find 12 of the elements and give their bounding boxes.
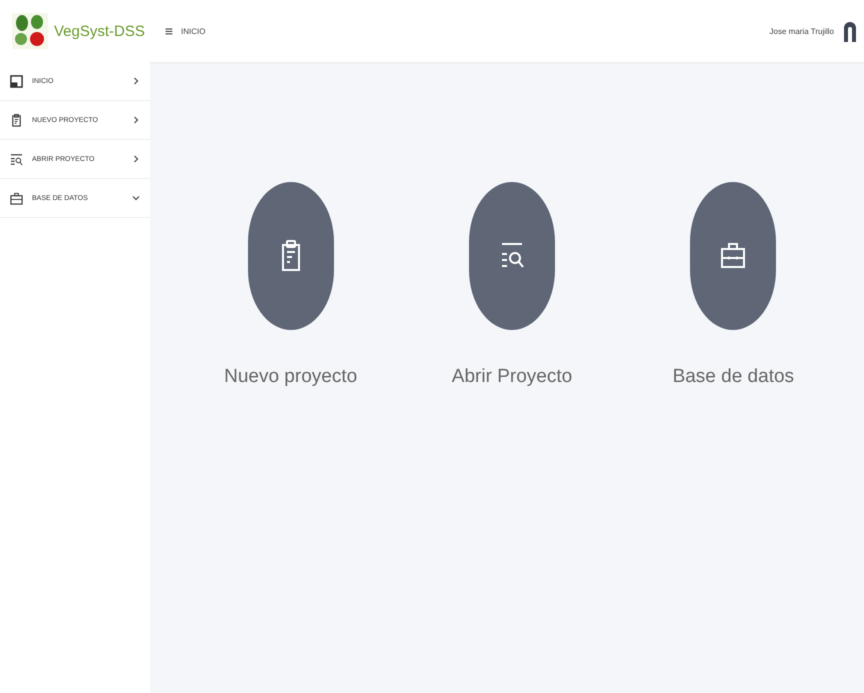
briefcase-icon <box>10 192 23 204</box>
leaves-logo-icon <box>12 13 48 49</box>
clipboard-icon <box>10 114 23 126</box>
shortcut-label: Nuevo proyecto <box>224 366 358 388</box>
user-name[interactable]: Jose maria Trujillo <box>770 26 834 36</box>
menu-button[interactable]: ≡ <box>164 23 174 39</box>
shortcut-label: Base de datos <box>672 366 794 388</box>
breadcrumb: INICIO <box>181 26 206 36</box>
square-icon <box>10 74 23 88</box>
user-silhouette-icon[interactable] <box>842 20 858 42</box>
list-search-icon <box>10 152 23 166</box>
shortcut-label: Abrir Proyecto <box>452 366 572 388</box>
